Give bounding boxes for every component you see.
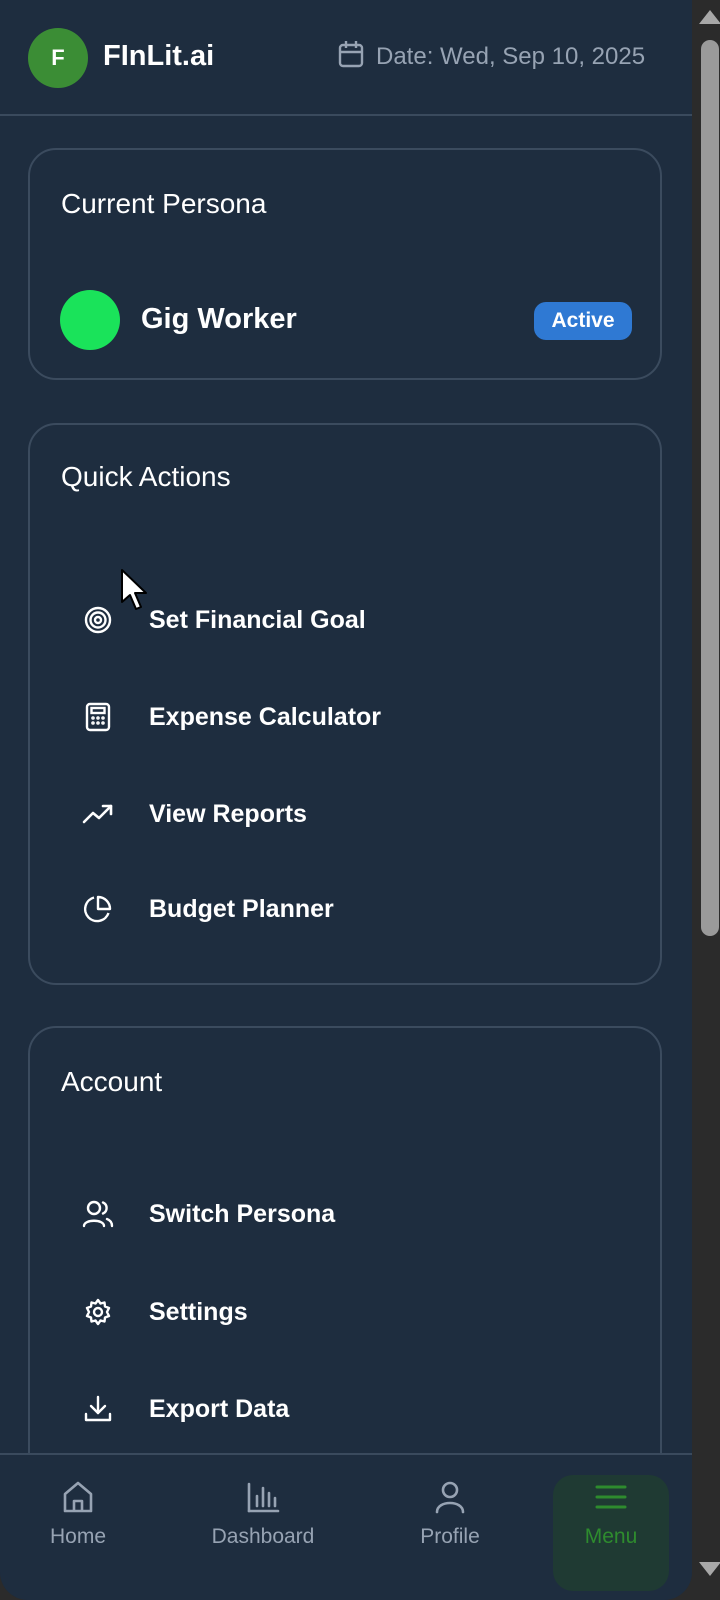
current-persona-title: Current Persona	[61, 188, 267, 219]
target-icon	[82, 604, 114, 636]
set-financial-goal-label: Set Financial Goal	[149, 605, 366, 634]
status-badge: Active	[534, 302, 632, 340]
current-persona-card: Current Persona Gig Worker Active	[28, 148, 662, 380]
nav-menu[interactable]: Menu	[553, 1475, 669, 1591]
budget-planner-label: Budget Planner	[149, 894, 334, 923]
settings-label: Settings	[149, 1297, 248, 1326]
home-icon	[60, 1479, 96, 1515]
expense-calculator-button[interactable]: Expense Calculator	[30, 682, 660, 752]
date-text: Date: Wed, Sep 10, 2025	[376, 42, 646, 70]
app-screen: F FInLit.ai Date: Wed, Sep 10, 2025 Curr…	[0, 0, 692, 1600]
budget-planner-button[interactable]: Budget Planner	[30, 874, 660, 944]
scrollbar-thumb[interactable]	[701, 40, 719, 936]
app-title[interactable]: FInLit.ai	[103, 40, 214, 73]
download-icon	[82, 1393, 114, 1425]
switch-persona-label: Switch Persona	[149, 1199, 336, 1228]
nav-home[interactable]: Home	[28, 1479, 128, 1579]
quick-actions-title: Quick Actions	[61, 461, 231, 492]
bar-chart-icon	[245, 1479, 281, 1515]
nav-profile[interactable]: Profile	[400, 1479, 500, 1579]
gear-icon	[82, 1296, 114, 1328]
nav-dashboard-label: Dashboard	[211, 1525, 315, 1548]
view-reports-label: View Reports	[149, 799, 307, 828]
bottom-nav: Home Dashboard Profile Menu	[0, 1453, 692, 1600]
persona-name: Gig Worker	[141, 303, 297, 335]
settings-button[interactable]: Settings	[30, 1277, 660, 1347]
persona-avatar	[60, 290, 120, 350]
date-display: Date: Wed, Sep 10, 2025	[338, 40, 645, 73]
app-header: F FInLit.ai Date: Wed, Sep 10, 2025	[0, 0, 692, 116]
pie-chart-icon	[82, 893, 114, 925]
quick-actions-card: Quick Actions Set Financial Goal Expense…	[28, 423, 662, 985]
account-card: Account Switch Persona Settings Export D…	[28, 1026, 662, 1496]
logo-avatar[interactable]: F	[28, 28, 88, 88]
nav-menu-label: Menu	[584, 1525, 638, 1548]
calculator-icon	[82, 701, 114, 733]
export-data-button[interactable]: Export Data	[30, 1374, 660, 1444]
expense-calculator-label: Expense Calculator	[149, 702, 382, 731]
scroll-up-arrow-icon[interactable]	[699, 10, 720, 24]
logo-letter: F	[51, 45, 65, 70]
nav-home-label: Home	[49, 1525, 107, 1548]
account-title: Account	[61, 1066, 163, 1097]
nav-dashboard[interactable]: Dashboard	[198, 1479, 328, 1579]
scroll-down-arrow-icon[interactable]	[699, 1562, 720, 1576]
export-data-label: Export Data	[149, 1394, 290, 1423]
view-reports-button[interactable]: View Reports	[30, 779, 660, 849]
calendar-icon	[338, 40, 364, 73]
users-icon	[82, 1198, 114, 1230]
nav-profile-label: Profile	[420, 1525, 480, 1548]
trending-up-icon	[82, 798, 114, 830]
user-icon	[432, 1479, 468, 1515]
switch-persona-button[interactable]: Switch Persona	[30, 1179, 660, 1249]
mouse-cursor-icon	[120, 568, 150, 617]
menu-icon	[593, 1479, 629, 1515]
